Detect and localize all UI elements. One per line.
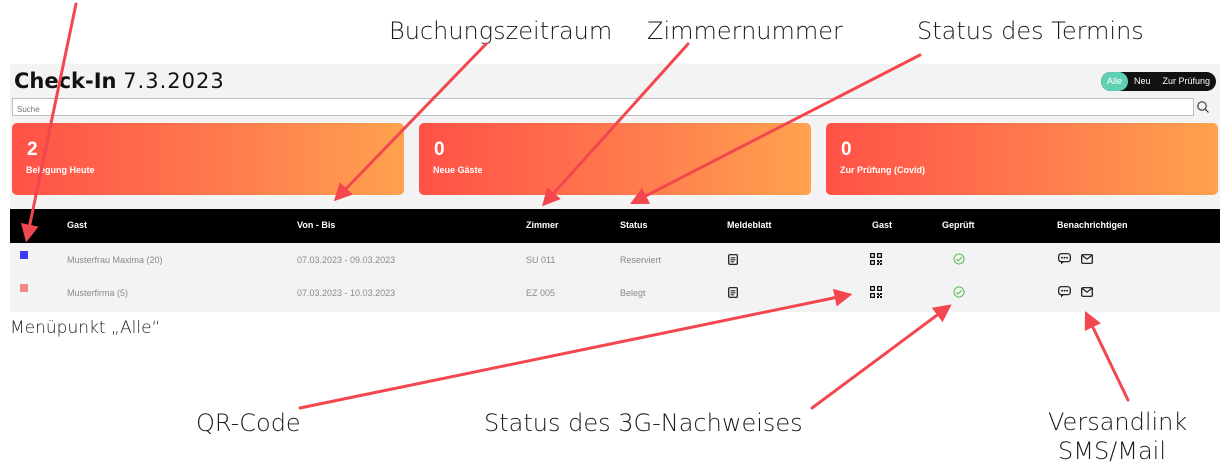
check-circle-icon [953,286,965,298]
stat-value: 2 [27,139,38,160]
stat-value: 0 [434,139,445,160]
qr-code-icon[interactable] [870,286,882,298]
cell-status: Belegt [620,288,646,298]
checkin-panel: Check-In 7.3.2023 Alle Neu Zur Prüfung 2… [10,64,1220,312]
column-header-notify: Benachrichtigen [1057,220,1128,230]
arrow-send-link [1084,310,1130,402]
page-title: Check-In 7.3.2023 [14,69,225,93]
search-box [12,98,1194,118]
column-header-period: Von - Bis [297,220,336,230]
filter-all-button[interactable]: Alle [1100,72,1128,91]
sms-icon[interactable] [1058,286,1071,298]
search-input[interactable] [13,101,1193,118]
qr-code-icon[interactable] [870,253,882,265]
column-header-registration: Meldeblatt [727,220,772,230]
annotation-appointment-status: Status des Termins [917,17,1144,45]
column-header-checked: Geprüft [942,220,975,230]
mail-icon[interactable] [1081,287,1093,297]
sms-icon[interactable] [1058,253,1071,265]
stat-label: Neue Gäste [433,165,483,175]
stat-card-new-guests[interactable]: 0 Neue Gäste [419,123,811,195]
table-header: Gast Von - Bis Zimmer Status Meldeblatt … [10,209,1220,243]
registration-form-icon[interactable] [728,254,738,265]
table-row[interactable]: Musterfirma (5) 07.03.2023 - 10.03.2023 … [10,277,1220,308]
cell-room: SU 011 [526,255,556,265]
row-color-marker [20,251,28,259]
registration-form-icon[interactable] [728,287,738,298]
annotation-room-number: Zimmernummer [647,17,843,45]
column-header-room: Zimmer [526,220,559,230]
stat-value: 0 [841,139,852,160]
page-title-date: 7.3.2023 [123,69,225,93]
stat-card-covid-review[interactable]: 0 Zur Prüfung (Covid) [826,123,1218,195]
arrow-3g-status [810,304,952,410]
table-row[interactable]: Musterfrau Maxima (20) 07.03.2023 - 09.0… [10,244,1220,275]
cell-period: 07.03.2023 - 10.03.2023 [297,288,396,298]
annotation-send-link-line2: SMS/Mail [1058,437,1167,465]
filter-review-button[interactable]: Zur Prüfung [1156,72,1216,91]
row-color-marker [20,284,28,292]
page-title-label: Check-In [14,69,117,93]
cell-guest: Musterfirma (5) [67,288,129,298]
search-icon[interactable] [1196,100,1210,114]
annotation-3g-status: Status des 3G-Nachweises [484,409,803,437]
annotation-qr-code: QR-Code [196,409,301,437]
cell-guest: Musterfrau Maxima (20) [67,255,163,265]
column-header-guest-qr: Gast [872,220,893,230]
annotation-menu-all: Menüpunkt „Alle“ [10,318,161,338]
cell-status: Reserviert [620,255,662,265]
column-header-status: Status [620,220,648,230]
stat-label: Belegung Heute [26,165,95,175]
cell-period: 07.03.2023 - 09.03.2023 [297,255,396,265]
filter-toggle: Alle Neu Zur Prüfung [1100,72,1216,91]
stat-label: Zur Prüfung (Covid) [840,165,925,175]
filter-new-button[interactable]: Neu [1128,72,1157,91]
stat-card-occupancy-today[interactable]: 2 Belegung Heute [12,123,404,195]
cell-room: EZ 005 [526,288,556,298]
check-circle-icon [953,253,965,265]
mail-icon[interactable] [1081,254,1093,264]
annotation-booking-period: Buchungszeitraum [389,17,613,45]
column-header-guest: Gast [67,220,88,230]
annotation-send-link-line1: Versandlink [1048,408,1188,436]
